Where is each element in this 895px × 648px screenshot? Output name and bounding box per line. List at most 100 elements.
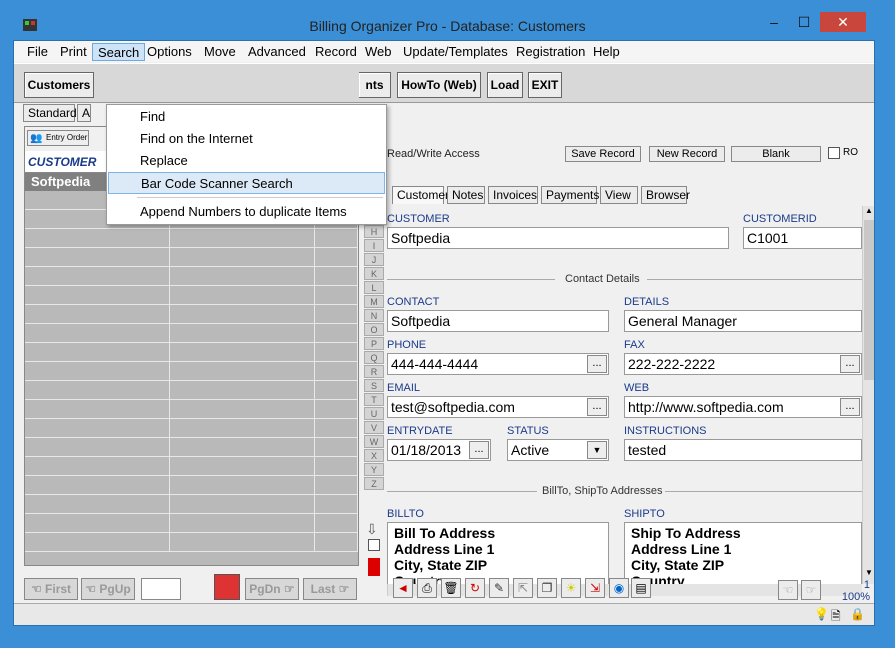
status-select[interactable]: Active ▼ [507,439,609,461]
customers-button[interactable]: Customers [24,72,94,98]
scroll-up-icon[interactable]: ▲ [863,206,875,218]
alpha-index-n[interactable]: N [364,309,384,322]
tab-invoices[interactable]: Invoices [488,186,538,204]
blank-button[interactable]: Blank [731,146,821,162]
menu-registration[interactable]: Registration [511,43,590,61]
table-row[interactable] [25,286,358,305]
email-more-button[interactable]: ... [587,398,607,416]
minimize-button[interactable]: – [760,12,788,32]
load-button[interactable]: Load [487,72,523,98]
documents-button[interactable]: nts [359,72,391,98]
phone-more-button[interactable]: ... [587,355,607,373]
alpha-index-q[interactable]: Q [364,351,384,364]
entry-order-button[interactable]: 👥 Entry Order [27,130,89,146]
alpha-index-w[interactable]: W [364,435,384,448]
alpha-index-y[interactable]: Y [364,463,384,476]
copy-icon[interactable]: ❐ [537,578,557,598]
table-row[interactable] [25,305,358,324]
pgup-button[interactable]: ☜ PgUp [81,578,135,600]
read-only-checkbox[interactable] [828,147,840,159]
date-picker-button[interactable]: ... [469,441,489,459]
refresh-icon[interactable]: ↻ [465,578,485,598]
menu-print[interactable]: Print [55,43,92,61]
import-icon[interactable]: ⇲ [585,578,605,598]
menu-item-find[interactable]: Find [108,106,385,128]
menu-move[interactable]: Move [199,43,241,61]
report-icon[interactable]: ▤ [631,578,651,598]
print-icon[interactable]: ⎙ [417,578,437,598]
menu-item-find-internet[interactable]: Find on the Internet [108,128,385,150]
close-button[interactable]: ✕ [820,12,866,32]
trash-icon[interactable]: 🗑 [441,578,461,598]
tab-notes[interactable]: Notes [447,186,485,204]
table-row[interactable] [25,533,358,552]
web-field[interactable]: http://www.softpedia.com... [624,396,862,418]
globe-icon[interactable]: ◉ [609,578,629,598]
menu-item-replace[interactable]: Replace [108,150,385,172]
web-more-button[interactable]: ... [840,398,860,416]
exit-button[interactable]: EXIT [528,72,562,98]
table-row[interactable] [25,267,358,286]
details-field[interactable]: General Manager [624,310,862,332]
menu-help[interactable]: Help [588,43,625,61]
last-button[interactable]: Last ☞ [303,578,357,600]
email-field[interactable]: test@softpedia.com... [387,396,609,418]
goto-input[interactable] [141,578,181,600]
menu-web[interactable]: Web [360,43,397,61]
tab-browser[interactable]: Browser [641,186,690,204]
table-row[interactable] [25,248,358,267]
alpha-index-x[interactable]: X [364,449,384,462]
table-row[interactable] [25,343,358,362]
alpha-index-l[interactable]: L [364,281,384,294]
customerid-field[interactable]: C1001 [743,227,862,249]
table-row[interactable] [25,381,358,400]
howto-button[interactable]: HowTo (Web) [397,72,481,98]
alpha-checkbox[interactable] [368,539,380,551]
new-record-button[interactable]: New Record [649,146,725,162]
table-row[interactable] [25,400,358,419]
alpha-index-p[interactable]: P [364,337,384,350]
alpha-index-s[interactable]: S [364,379,384,392]
table-row[interactable] [25,419,358,438]
tab-payments[interactable]: Payments [541,186,599,204]
alpha-index-t[interactable]: T [364,393,384,406]
form-scrollbar[interactable]: ▲ ▼ [862,206,874,584]
menu-item-barcode-search[interactable]: Bar Code Scanner Search [108,172,385,194]
prev-record-icon[interactable]: ☜ [778,580,798,600]
first-button[interactable]: ☜ First [24,578,78,600]
alpha-index-r[interactable]: R [364,365,384,378]
alpha-index-i[interactable]: I [364,239,384,252]
save-record-button[interactable]: Save Record [565,146,641,162]
table-row[interactable] [25,362,358,381]
tab-view[interactable]: View [600,186,638,204]
alpha-index-m[interactable]: M [364,295,384,308]
down-arrow-icon[interactable]: ⇩ [366,521,382,537]
abc-sort-icon[interactable] [214,574,240,600]
entrydate-field[interactable]: 01/18/2013... [387,439,491,461]
menu-record[interactable]: Record [310,43,362,61]
maximize-button[interactable]: ☐ [790,12,818,32]
idea-icon[interactable]: ☀ [561,578,581,598]
menu-update-templates[interactable]: Update/Templates [398,43,513,61]
tab-customer[interactable]: Customer [392,186,449,204]
pgdn-button[interactable]: PgDn ☞ [245,578,299,600]
customer-field[interactable]: Softpedia [387,227,729,249]
table-row[interactable] [25,438,358,457]
alpha-index-v[interactable]: V [364,421,384,434]
alpha-index-o[interactable]: O [364,323,384,336]
table-row[interactable] [25,457,358,476]
edit-icon[interactable]: ✎ [489,578,509,598]
menu-advanced[interactable]: Advanced [243,43,311,61]
menu-file[interactable]: File [22,43,53,61]
tab-advanced[interactable]: A [77,104,91,122]
fax-more-button[interactable]: ... [840,355,860,373]
chevron-down-icon[interactable]: ▼ [587,441,607,459]
table-row[interactable] [25,514,358,533]
table-row[interactable] [25,495,358,514]
alpha-index-k[interactable]: K [364,267,384,280]
alpha-index-h[interactable]: H [364,225,384,238]
alpha-index-z[interactable]: Z [364,477,384,490]
export-icon[interactable]: ⇱ [513,578,533,598]
fax-field[interactable]: 222-222-2222... [624,353,862,375]
alpha-index-u[interactable]: U [364,407,384,420]
